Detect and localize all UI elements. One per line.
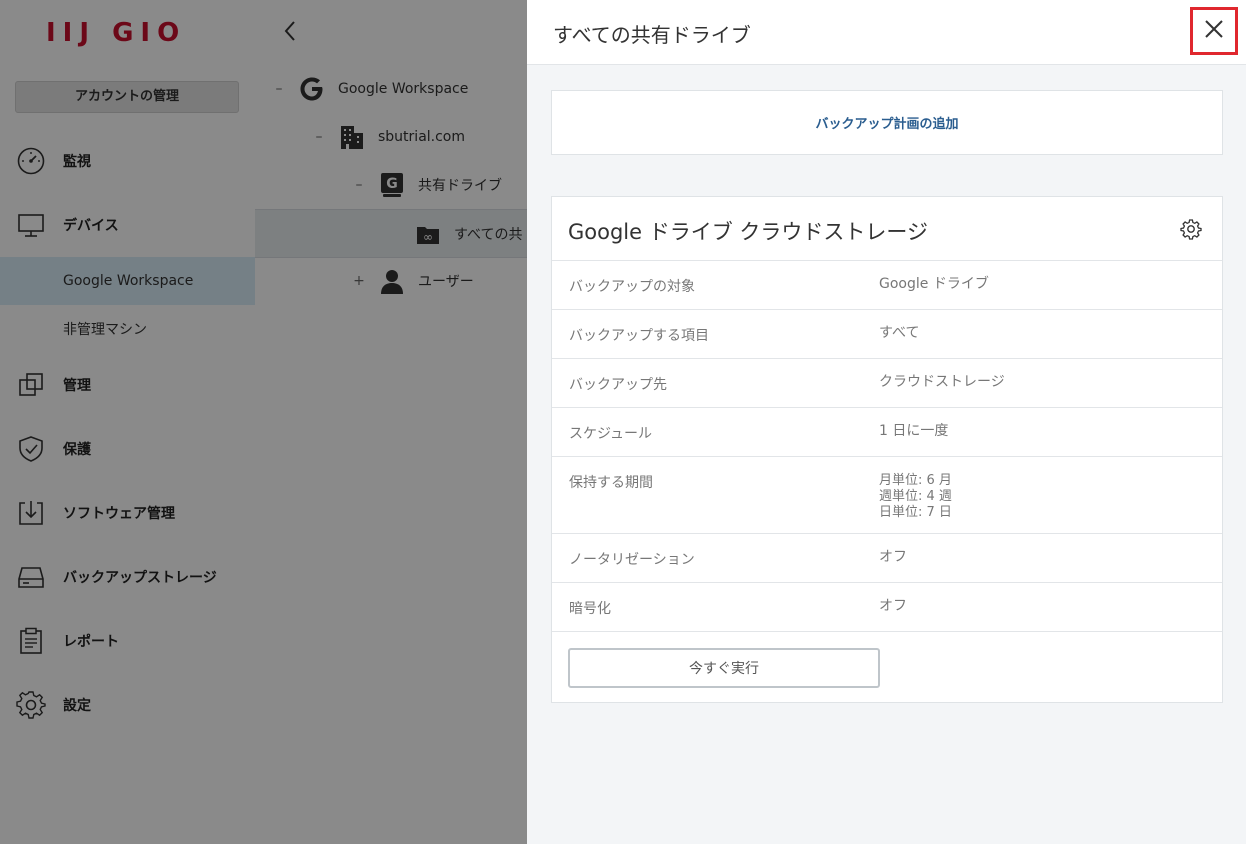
detail-key: 暗号化 xyxy=(569,601,611,617)
close-icon xyxy=(1203,18,1225,44)
run-now-button[interactable]: 今すぐ実行 xyxy=(568,648,880,688)
add-backup-plan-button[interactable]: バックアップ計画の追加 xyxy=(551,90,1223,155)
detail-value: オフ xyxy=(879,549,907,565)
detail-key: バックアップの対象 xyxy=(569,279,695,295)
card-header: Google ドライブ クラウドストレージ xyxy=(552,197,1222,261)
detail-row-notarization: ノータリゼーション オフ xyxy=(552,534,1222,583)
detail-row-retention: 保持する期間 月単位: 6 月 週単位: 4 週 日単位: 7 日 xyxy=(552,457,1222,534)
detail-value: オフ xyxy=(879,598,907,614)
modal-overlay[interactable] xyxy=(0,0,527,844)
detail-key: ノータリゼーション xyxy=(569,552,695,568)
details-panel: すべての共有ドライブ バックアップ計画の追加 Google ドライブ クラウドス… xyxy=(527,0,1246,844)
detail-row-encryption: 暗号化 オフ xyxy=(552,583,1222,632)
detail-row-backup-destination: バックアップ先 クラウドストレージ xyxy=(552,359,1222,408)
detail-row-schedule: スケジュール 1 日に一度 xyxy=(552,408,1222,457)
plan-title: Google ドライブ クラウドストレージ xyxy=(568,220,928,244)
retention-monthly: 月単位: 6 月 xyxy=(879,473,952,488)
detail-key: 保持する期間 xyxy=(569,475,653,491)
panel-header: すべての共有ドライブ xyxy=(527,0,1246,65)
detail-key: バックアップする項目 xyxy=(569,328,709,344)
detail-key: バックアップ先 xyxy=(569,377,667,393)
detail-row-backup-target: バックアップの対象 Google ドライブ xyxy=(552,261,1222,310)
detail-value: Google ドライブ xyxy=(879,276,989,292)
retention-weekly: 週単位: 4 週 xyxy=(879,489,952,504)
backup-plan-card: Google ドライブ クラウドストレージ バックアップの対象 Google ド… xyxy=(551,196,1223,703)
detail-key: スケジュール xyxy=(569,426,653,442)
detail-value: すべて xyxy=(879,325,920,341)
detail-row-backup-items: バックアップする項目 すべて xyxy=(552,310,1222,359)
close-button[interactable] xyxy=(1190,7,1238,55)
retention-values: 月単位: 6 月 週単位: 4 週 日単位: 7 日 xyxy=(879,473,952,521)
panel-title: すべての共有ドライブ xyxy=(553,23,751,47)
gear-icon[interactable] xyxy=(1180,218,1202,240)
detail-value: 1 日に一度 xyxy=(879,423,949,439)
retention-daily: 日単位: 7 日 xyxy=(879,505,952,520)
app-root: IIJ GIO アカウントの管理 監視 デバイス Google Workspac… xyxy=(0,0,1246,844)
detail-value: クラウドストレージ xyxy=(879,374,1005,390)
